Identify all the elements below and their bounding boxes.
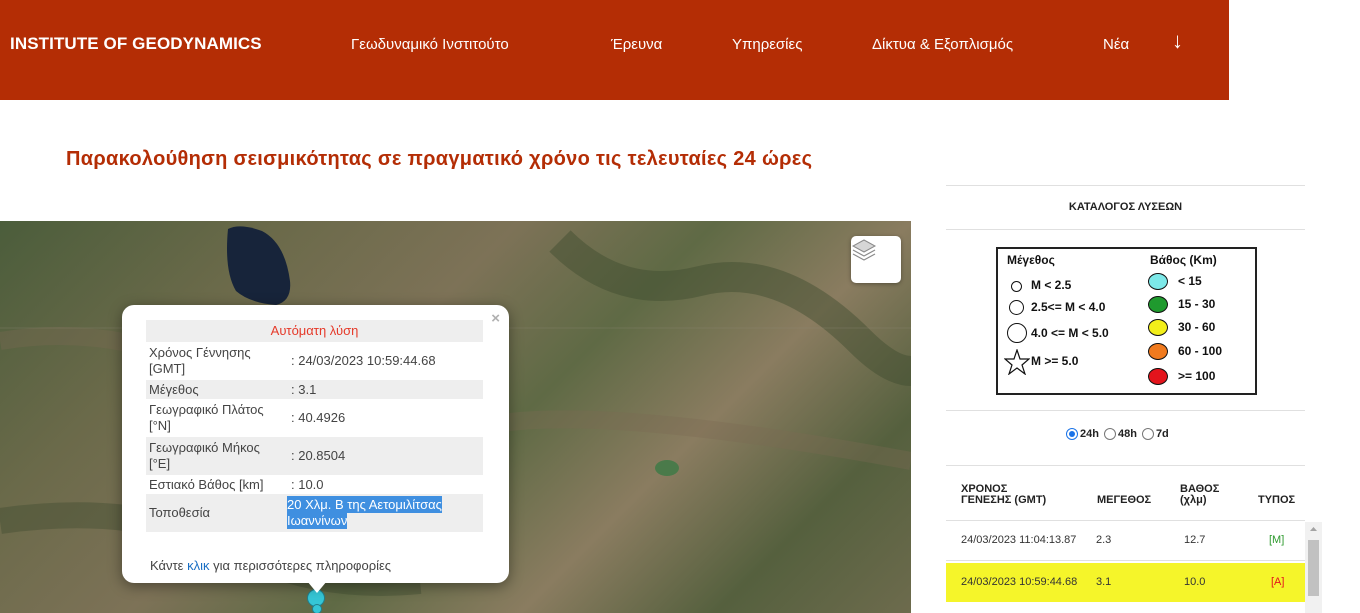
row-magnitude: 2.3 (1096, 534, 1112, 546)
page-title: Παρακολούθηση σεισμικότητας σε πραγματικ… (66, 148, 813, 170)
popup-row-origin-time: Χρόνος Γέννησης [GMT] : 24/03/2023 10:59… (149, 345, 436, 376)
depth-swatch-gte100 (1148, 368, 1168, 385)
earthquake-popup: × Αυτόματη λύση Χρόνος Γέννησης [GMT] : … (122, 305, 509, 593)
popup-row-latitude: Γεωγραφικό Πλάτος [°N] : 40.4926 (149, 402, 346, 433)
magnitude-large-circle (1007, 323, 1027, 343)
radio-48h-label[interactable]: 48h (1118, 428, 1137, 440)
arrow-down-icon[interactable]: ↓ (1172, 30, 1183, 52)
close-icon[interactable]: × (491, 310, 500, 327)
layers-icon (851, 239, 877, 261)
popup-row-longitude: Γεωγραφικό Μήκος [°E] : 20.8504 (146, 437, 483, 475)
popup-row-magnitude: Μέγεθος : 3.1 (146, 380, 483, 399)
legend-magnitude-title: Μέγεθος (1007, 253, 1055, 267)
popup-more-info: Κάντε κλικ για περισσότερες πληροφορίες (150, 558, 392, 573)
row-depth: 12.7 (1184, 534, 1206, 546)
table-row-selected[interactable]: 24/03/2023 10:59:44.68 3.1 10.0 [A] (946, 563, 1305, 602)
more-info-link[interactable]: κλικ (187, 558, 209, 573)
nav-geodynamic-institute[interactable]: Γεωδυναμικό Ινστιτούτο (351, 36, 509, 53)
scroll-up-icon[interactable] (1305, 522, 1322, 536)
star-icon (1004, 349, 1030, 375)
nav-news[interactable]: Νέα (1103, 36, 1129, 53)
nav-research[interactable]: Έρευνα (611, 36, 662, 53)
depth-swatch-30-60 (1148, 319, 1168, 336)
seismic-map[interactable]: × Αυτόματη λύση Χρόνος Γέννησης [GMT] : … (0, 221, 911, 613)
location-value: 20 Χλμ. Β της Αετομιλίτσας Ιωαννίνων (287, 496, 442, 529)
depth-swatch-60-100 (1148, 343, 1168, 360)
legend-depth-title: Βάθος (Km) (1150, 253, 1217, 267)
legend-box: Μέγεθος Βάθος (Km) M < 2.5 2.5<= M < 4.0… (996, 247, 1257, 395)
row-magnitude: 3.1 (1096, 576, 1112, 588)
row-time: 24/03/2023 10:59:44.68 (961, 576, 1078, 588)
nav-networks-equipment[interactable]: Δίκτυα & Εξοπλισμός (872, 36, 1013, 53)
scrollbar-thumb[interactable] (1308, 540, 1319, 596)
depth-swatch-15-30 (1148, 296, 1168, 313)
row-depth: 10.0 (1184, 576, 1206, 588)
col-header-depth[interactable]: ΒΑΘΟΣ (χλμ) (1180, 484, 1219, 506)
divider (946, 560, 1305, 561)
earthquake-marker[interactable] (312, 604, 322, 613)
table-row[interactable]: 24/03/2023 11:04:13.87 2.3 12.7 [M] (946, 534, 1305, 554)
row-type: [M] (1269, 534, 1285, 546)
col-header-type[interactable]: ΤΥΠΟΣ (1258, 495, 1295, 506)
layers-control-button[interactable] (851, 236, 901, 283)
radio-24h-label[interactable]: 24h (1080, 428, 1099, 440)
depth-swatch-lt15 (1148, 273, 1168, 290)
row-time: 24/03/2023 11:04:13.87 (961, 534, 1077, 546)
nav-services[interactable]: Υπηρεσίες (732, 36, 802, 53)
catalog-title: ΚΑΤΑΛΟΓΟΣ ΛΥΣΕΩΝ (1068, 201, 1183, 213)
top-navbar: INSTITUTE OF GEODYNAMICS Γεωδυναμικό Ινσ… (0, 0, 1229, 100)
brand-logo-text[interactable]: INSTITUTE OF GEODYNAMICS (10, 34, 262, 54)
divider (946, 410, 1305, 411)
radio-7d[interactable] (1141, 428, 1154, 440)
radio-24h[interactable] (1066, 428, 1078, 440)
col-header-origin-time[interactable]: ΧΡΟΝΟΣ ΓΕΝΕΣΗΣ (GMT) (961, 484, 1046, 506)
magnitude-small-circle (1011, 281, 1022, 292)
row-type: [A] (1271, 576, 1285, 588)
popup-row-depth: Εστιακό Βάθος [km] : 10.0 (149, 476, 324, 492)
magnitude-medium-circle (1009, 300, 1024, 315)
period-selector: 24h 48h 7d (1066, 428, 1169, 440)
popup-heading: Αυτόματη λύση (146, 320, 483, 342)
divider (946, 185, 1305, 186)
popup-details-table: Αυτόματη λύση Χρόνος Γέννησης [GMT] : 24… (146, 320, 483, 532)
popup-row-location: Τοποθεσία 20 Χλμ. Β της Αετομιλίτσας Ιωα… (146, 494, 483, 532)
divider (946, 465, 1305, 466)
divider (946, 229, 1305, 230)
divider (946, 520, 1305, 521)
radio-48h[interactable] (1103, 428, 1116, 440)
col-header-magnitude[interactable]: ΜΕΓΕΘΟΣ (1097, 495, 1151, 506)
radio-7d-label[interactable]: 7d (1156, 428, 1169, 440)
popup-tip (307, 581, 327, 593)
